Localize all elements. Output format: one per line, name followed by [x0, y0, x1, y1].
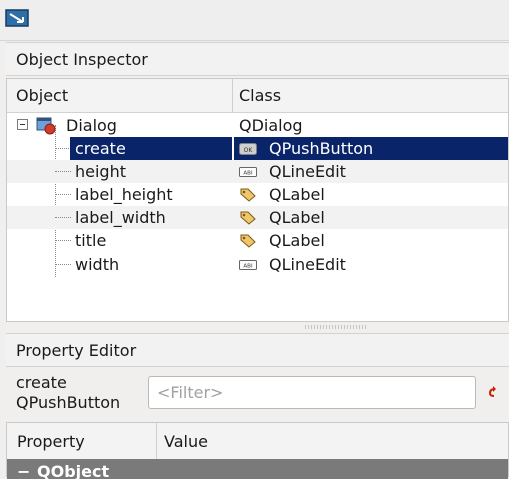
- tree-row-name: label_height: [75, 185, 173, 204]
- group-name: QObject: [37, 462, 110, 479]
- selected-object-name: create: [16, 373, 67, 392]
- property-table[interactable]: Property Value − QObject: [6, 422, 509, 479]
- tree-row-create[interactable]: create OK QPushButton: [7, 137, 508, 160]
- tree-row-class: QDialog: [239, 116, 303, 135]
- filter-input[interactable]: [148, 376, 476, 409]
- property-editor-title: Property Editor: [6, 333, 509, 367]
- label-tag-icon: [240, 188, 256, 202]
- tree-branch-line: [55, 148, 71, 149]
- tree-row-width[interactable]: width ABI QLineEdit: [7, 253, 508, 276]
- property-table-header: Property Value: [7, 423, 508, 460]
- tree-row-dialog[interactable]: Dialog QDialog: [7, 114, 508, 137]
- collapse-group-icon[interactable]: −: [17, 462, 30, 479]
- class-column-header[interactable]: Class: [239, 86, 281, 105]
- object-tree[interactable]: Object Class Dialog QDialog create OK QP…: [6, 78, 509, 322]
- tree-row-class: QLineEdit: [269, 255, 346, 274]
- selected-object-label: create QPushButton: [16, 373, 120, 413]
- column-separator[interactable]: [156, 423, 157, 459]
- tree-row-name: title: [75, 231, 107, 250]
- tree-row-title[interactable]: title QLabel: [7, 229, 508, 252]
- line-edit-icon: ABI: [239, 167, 257, 177]
- tree-row-class: QLabel: [269, 185, 325, 204]
- tree-row-name: Dialog: [66, 116, 117, 135]
- push-button-icon: OK: [239, 143, 257, 155]
- tree-row-class: QPushButton: [269, 139, 374, 158]
- tree-row-label-width[interactable]: label_width QLabel: [7, 206, 508, 229]
- tree-branch-line: [55, 171, 71, 172]
- tree-branch-line: [55, 194, 71, 195]
- dialog-icon: [36, 117, 56, 135]
- tree-row-class: QLineEdit: [269, 162, 346, 181]
- splitter-handle[interactable]: [305, 325, 367, 329]
- label-tag-icon: [240, 234, 256, 248]
- value-column-header[interactable]: Value: [164, 432, 208, 451]
- svg-text:ABI: ABI: [243, 171, 253, 177]
- tree-branch-line: [55, 217, 71, 218]
- object-column-header[interactable]: Object: [16, 86, 68, 105]
- tree-header: Object Class: [7, 79, 508, 113]
- selected-object-class: QPushButton: [16, 393, 121, 412]
- tree-row-height[interactable]: height ABI QLineEdit: [7, 160, 508, 183]
- property-column-header[interactable]: Property: [17, 432, 85, 451]
- reset-property-icon[interactable]: [486, 385, 500, 399]
- tree-row-class: QLabel: [269, 231, 325, 250]
- tree-row-name: height: [75, 162, 126, 181]
- line-edit-icon: ABI: [239, 260, 257, 270]
- property-group-qobject[interactable]: − QObject: [7, 459, 508, 479]
- tree-row-name: create: [75, 139, 126, 158]
- tree-row-label-height[interactable]: label_height QLabel: [7, 183, 508, 206]
- widget-box-icon[interactable]: [5, 6, 31, 30]
- svg-text:ABI: ABI: [243, 264, 253, 270]
- object-inspector-title: Object Inspector: [6, 42, 509, 76]
- tree-branch-line: [55, 240, 71, 241]
- tree-row-name: label_width: [75, 208, 166, 227]
- top-toolbar: [0, 0, 509, 41]
- column-separator[interactable]: [232, 79, 233, 112]
- tree-row-class: QLabel: [269, 208, 325, 227]
- collapse-toggle-icon[interactable]: [17, 119, 28, 130]
- svg-text:OK: OK: [244, 147, 254, 154]
- tree-branch-line: [55, 264, 71, 265]
- label-tag-icon: [240, 211, 256, 225]
- tree-row-name: width: [75, 255, 120, 274]
